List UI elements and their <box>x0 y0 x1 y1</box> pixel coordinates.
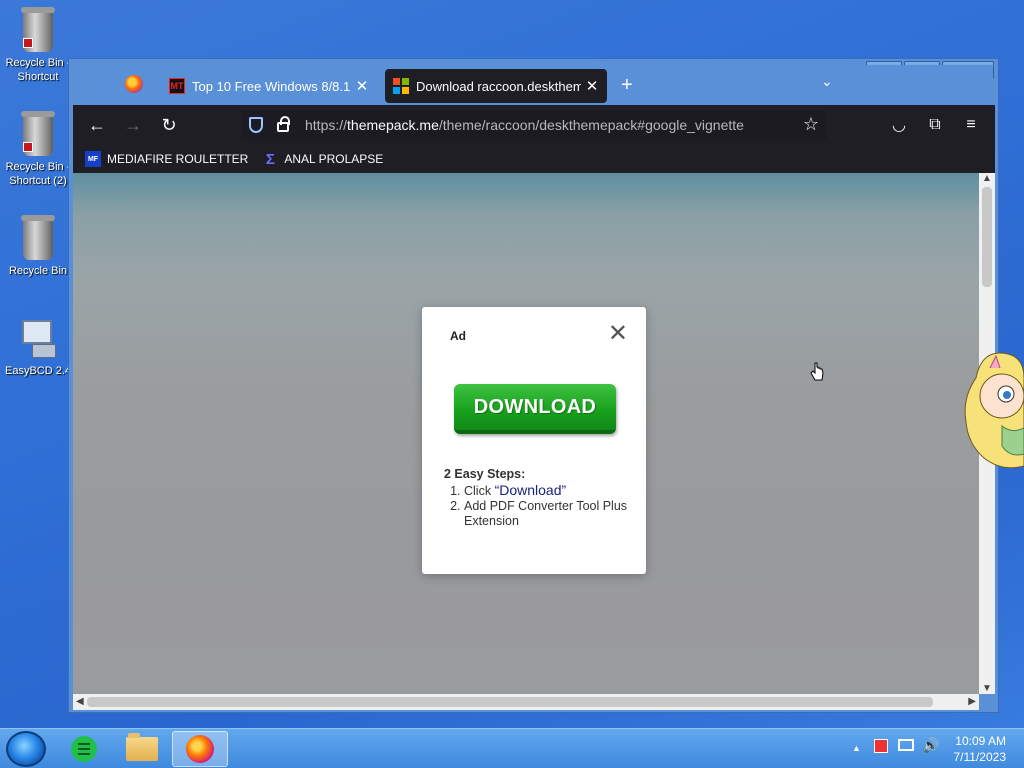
clock-time: 10:09 AM <box>955 734 1006 748</box>
bookmark-label: MEDIAFIRE ROULETTER <box>107 152 249 166</box>
tab-download-raccoon[interactable]: Download raccoon.deskthemepack ✕ <box>385 69 607 103</box>
extensions-icon[interactable]: ⧉ <box>923 113 947 137</box>
bookmark-mediafire-rouletter[interactable]: MF MEDIAFIRE ROULETTER <box>85 151 248 167</box>
tab-title: Download raccoon.deskthemepack <box>416 78 581 94</box>
ad-steps: 2 Easy Steps: Click “Download” Add PDF C… <box>444 467 634 529</box>
ad-modal: Ad ✕ DOWNLOAD 2 Easy Steps: Click “Downl… <box>422 307 646 574</box>
cartoon-character-sticker <box>964 352 1024 469</box>
horizontal-scrollbar[interactable]: ◀ ▶ <box>73 694 979 710</box>
bookmark-star-icon[interactable]: ☆ <box>803 114 819 135</box>
taskbar-notes-app[interactable] <box>56 731 112 767</box>
mediafire-favicon-icon: MF <box>85 151 101 167</box>
recycle-bin-icon <box>21 215 55 260</box>
folder-icon <box>126 733 158 761</box>
desktop-icon-recycle-bin-shortcut-2[interactable]: Recycle Bin - Shortcut (2) <box>2 111 74 188</box>
taskbar-file-explorer[interactable] <box>114 731 170 767</box>
clock-date: 7/11/2023 <box>953 750 1007 764</box>
tab-title: Top 10 Free Windows 8/8.1 Themes <box>192 78 351 94</box>
ad-label: Ad <box>450 329 466 343</box>
tracking-protection-shield-icon[interactable] <box>249 117 263 133</box>
tab-top10-themes[interactable]: MT Top 10 Free Windows 8/8.1 Themes ✕ <box>161 69 377 103</box>
start-orb-button[interactable] <box>6 731 46 767</box>
desktop-icon-easybcd[interactable]: EasyBCD 2.4 <box>2 320 74 378</box>
desktop-icon-label: Recycle Bin <box>8 265 68 277</box>
pocket-icon[interactable]: ◡ <box>887 113 911 137</box>
ad-close-icon[interactable]: ✕ <box>608 322 628 346</box>
notes-app-icon <box>71 736 97 762</box>
bookmark-label: ANAL PROLAPSE <box>284 152 384 166</box>
tab-close-icon[interactable]: ✕ <box>585 77 599 95</box>
sigma-favicon-icon: Σ <box>265 150 275 168</box>
taskbar: ▲ 🔊 10:09 AM 7/11/2023 <box>0 728 1024 768</box>
taskbar-firefox[interactable] <box>172 731 228 767</box>
bookmark-anal-prolapse[interactable]: Σ ANAL PROLAPSE <box>262 150 384 168</box>
mt-favicon-icon: MT <box>169 78 185 94</box>
reload-button[interactable]: ↻ <box>157 113 181 137</box>
scroll-down-arrow-icon[interactable]: ▼ <box>979 683 995 694</box>
back-button[interactable]: ← <box>85 113 109 137</box>
horizontal-scroll-thumb[interactable] <box>87 697 933 707</box>
tab-close-icon[interactable]: ✕ <box>355 77 369 95</box>
list-all-tabs-chevron-icon[interactable]: ⌄ <box>821 73 833 90</box>
download-button[interactable]: DOWNLOAD <box>454 384 616 434</box>
desktop-icon-label: Recycle Bin - Shortcut <box>5 57 71 83</box>
step-1: Click “Download” <box>464 483 634 499</box>
desktop-icon-recycle-bin[interactable]: Recycle Bin <box>2 215 74 278</box>
forward-button[interactable]: → <box>121 113 145 137</box>
desktop-icon-recycle-bin-shortcut[interactable]: Recycle Bin - Shortcut <box>2 7 74 84</box>
desktop-icon-label: Recycle Bin - Shortcut (2) <box>5 161 71 187</box>
scroll-right-arrow-icon[interactable]: ▶ <box>968 694 976 710</box>
lock-icon[interactable] <box>277 116 290 132</box>
steps-title: 2 Easy Steps: <box>444 467 526 481</box>
action-center-flag-icon[interactable] <box>874 739 888 753</box>
volume-icon[interactable]: 🔊 <box>922 737 939 754</box>
recycle-bin-icon <box>21 111 55 156</box>
system-clock[interactable]: 10:09 AM 7/11/2023 <box>954 733 1007 765</box>
recycle-bin-icon <box>21 7 55 52</box>
firefox-view-icon[interactable] <box>125 75 143 93</box>
tab-bar: MT Top 10 Free Windows 8/8.1 Themes ✕ Do… <box>73 65 993 105</box>
vertical-scroll-thumb[interactable] <box>982 187 992 287</box>
firefox-icon <box>186 735 214 763</box>
hand-cursor-icon <box>810 362 824 381</box>
new-tab-button[interactable]: + <box>621 74 633 97</box>
scroll-left-arrow-icon[interactable]: ◀ <box>76 694 84 710</box>
step-2: Add PDF Converter Tool Plus Extension <box>464 499 634 529</box>
tray-expand-icon[interactable]: ▲ <box>852 743 861 753</box>
menu-hamburger-icon[interactable]: ≡ <box>959 113 983 137</box>
windows-favicon-icon <box>393 78 409 94</box>
bookmarks-toolbar: MF MEDIAFIRE ROULETTER Σ ANAL PROLAPSE <box>73 145 995 173</box>
url-text[interactable]: https://themepack.me/theme/raccoon/deskt… <box>305 117 744 133</box>
desktop-icon-label: EasyBCD 2.4 <box>4 365 72 377</box>
url-bar[interactable]: https://themepack.me/theme/raccoon/deskt… <box>241 110 827 140</box>
easybcd-icon <box>18 320 58 360</box>
scroll-up-arrow-icon[interactable]: ▲ <box>979 173 995 184</box>
step-download-link[interactable]: “Download” <box>495 482 567 498</box>
navigation-toolbar: ← → ↻ https://themepack.me/theme/raccoon… <box>73 105 995 145</box>
network-icon[interactable] <box>898 739 914 751</box>
